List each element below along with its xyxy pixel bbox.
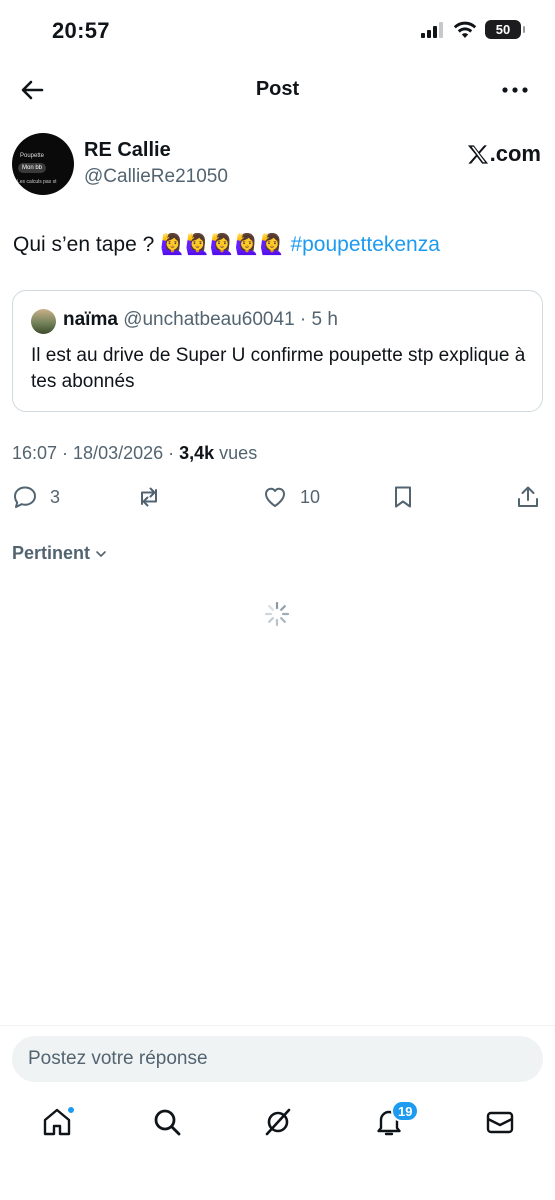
quote-header: naïma @unchatbeau60041 · 5 h — [63, 309, 338, 331]
bookmark-button[interactable] — [390, 484, 416, 510]
sort-label: Pertinent — [12, 543, 91, 563]
status-bar: 20:57 50 — [0, 0, 555, 62]
bottom-tab-bar: 19 — [0, 1098, 555, 1152]
post-text: Qui s’en tape ? 🙋‍♀️🙋‍♀️🙋‍♀️🙋‍♀️🙋‍♀️ #po… — [13, 229, 543, 260]
post-author: Poupette Mon bb Les calculs pas st RE Ca… — [12, 133, 541, 197]
reply-count: 3 — [50, 486, 61, 507]
share-button[interactable] — [515, 484, 541, 510]
heart-icon — [265, 487, 285, 507]
grok-icon — [265, 1108, 291, 1136]
hashtag-link[interactable]: #poupettekenza — [290, 233, 439, 256]
reply-button[interactable]: 3 — [12, 484, 60, 510]
tab-search[interactable] — [151, 1106, 185, 1140]
like-count: 10 — [300, 486, 321, 507]
brand-domain: .com — [489, 141, 541, 166]
chevron-down-icon — [96, 550, 106, 557]
share-icon — [518, 486, 538, 507]
search-icon — [154, 1109, 181, 1136]
raising-hand-emoji-group: 🙋‍♀️🙋‍♀️🙋‍♀️🙋‍♀️🙋‍♀️ — [160, 232, 285, 256]
replies-sort-dropdown[interactable]: Pertinent — [12, 543, 108, 564]
home-notification-dot — [67, 1106, 75, 1114]
top-nav: Post — [0, 62, 555, 118]
views-label: vues — [214, 443, 258, 463]
envelope-icon — [486, 1111, 514, 1134]
bookmark-icon — [395, 486, 411, 508]
post-actions: 3 10 — [12, 484, 543, 518]
avatar-text-1: Poupette — [20, 153, 45, 159]
reply-icon — [14, 486, 36, 508]
reply-composer[interactable] — [12, 1036, 543, 1082]
x-logo-icon — [467, 144, 488, 164]
avatar-text-3: Les calculs pas st — [17, 179, 57, 185]
author-handle[interactable]: @CallieRe21050 — [84, 166, 228, 188]
more-options-icon[interactable] — [501, 78, 529, 102]
notifications-badge: 19 — [391, 1100, 420, 1122]
avatar-text-2: Mon bb — [18, 163, 47, 173]
tab-home[interactable] — [41, 1106, 75, 1140]
repost-button[interactable] — [136, 484, 162, 510]
cellular-signal-icon — [421, 21, 443, 38]
x-com-brand: .com — [467, 141, 541, 167]
tab-messages[interactable] — [484, 1106, 518, 1140]
tab-notifications[interactable]: 19 — [373, 1100, 420, 1140]
post-body: Qui s’en tape ? — [13, 233, 161, 256]
view-count: 3,4k — [179, 443, 215, 463]
quote-author-name: naïma — [63, 309, 118, 330]
repost-icon — [141, 487, 157, 507]
author-avatar[interactable]: Poupette Mon bb Les calculs pas st — [12, 133, 74, 195]
battery-indicator: 50 — [485, 20, 525, 39]
quote-meta: @unchatbeau60041 · 5 h — [117, 309, 338, 330]
quote-text: Il est au drive de Super U confirme poup… — [31, 345, 526, 392]
post-timestamp: 16:07 · 18/03/2026 · — [12, 443, 180, 463]
reply-divider — [0, 1025, 555, 1026]
status-time: 20:57 — [52, 18, 110, 43]
loading-spinner-icon — [264, 601, 290, 627]
status-icons: 50 — [421, 20, 525, 39]
tab-grok[interactable] — [262, 1106, 296, 1140]
reply-input[interactable] — [12, 1036, 543, 1082]
page-title: Post — [255, 78, 300, 100]
author-name[interactable]: RE Callie — [84, 139, 171, 162]
quote-avatar — [31, 309, 56, 334]
like-button[interactable]: 10 — [262, 484, 320, 510]
post-metadata: 16:07 · 18/03/2026 · 3,4k vues — [12, 443, 257, 464]
quoted-post[interactable]: naïma @unchatbeau60041 · 5 h Il est au d… — [12, 290, 543, 412]
wifi-icon — [453, 21, 477, 38]
